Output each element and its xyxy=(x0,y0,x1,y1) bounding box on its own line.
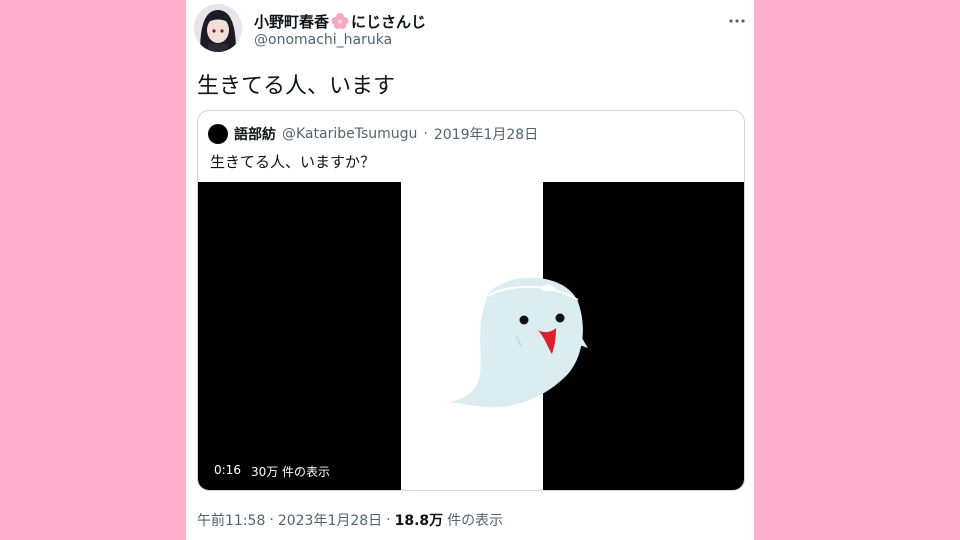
video-info: 0:16 30万 件の表示 xyxy=(214,463,330,480)
quote-header: 語部紡 @KataribeTsumugu · 2019年1月28日 xyxy=(208,123,538,145)
avatar[interactable] xyxy=(194,4,242,52)
ghost-illustration xyxy=(450,277,588,408)
video-views: 30万 件の表示 xyxy=(250,465,331,479)
tweet-time[interactable]: 午前11:58 xyxy=(197,510,265,530)
video-duration: 0:16 xyxy=(214,463,241,477)
quote-tweet[interactable]: 語部紡 @KataribeTsumugu · 2019年1月28日 生きてる人、… xyxy=(197,110,745,491)
video-player[interactable]: 0:16 30万 件の表示 xyxy=(198,182,744,490)
quote-avatar[interactable] xyxy=(208,124,228,144)
tweet-views-count[interactable]: 18.8万 xyxy=(395,510,444,530)
quote-author-handle[interactable]: @KataribeTsumugu xyxy=(282,126,417,142)
more-icon[interactable] xyxy=(726,10,748,32)
avatar-image xyxy=(194,4,242,52)
tweet-date[interactable]: 2023年1月28日 xyxy=(278,510,382,530)
quote-date[interactable]: 2019年1月28日 xyxy=(434,124,538,144)
tweet-meta: 午前11:58 · 2023年1月28日 · 18.8万 件の表示 xyxy=(197,510,503,530)
quote-text: 生きてる人、いますか？ xyxy=(210,153,376,171)
author-display-name[interactable]: 小野町春香 xyxy=(254,11,329,32)
author-handle[interactable]: @onomachi_haruka xyxy=(254,32,392,48)
quote-separator: · xyxy=(423,126,428,142)
quote-author-name[interactable]: 語部紡 xyxy=(234,124,276,144)
meta-separator: · xyxy=(386,512,391,528)
author-name-suffix[interactable]: にじさんじ xyxy=(351,11,426,32)
tweet-card: 小野町春香 にじさんじ @onomachi_haruka 生きてる人、います 語… xyxy=(186,0,754,540)
tweet-views-label: 件の表示 xyxy=(447,513,504,529)
author-name-row[interactable]: 小野町春香 にじさんじ xyxy=(254,10,426,32)
sakura-icon xyxy=(331,12,349,30)
meta-separator: · xyxy=(269,512,274,528)
tweet-text: 生きてる人、います xyxy=(197,74,396,99)
video-left-panel xyxy=(198,182,401,490)
